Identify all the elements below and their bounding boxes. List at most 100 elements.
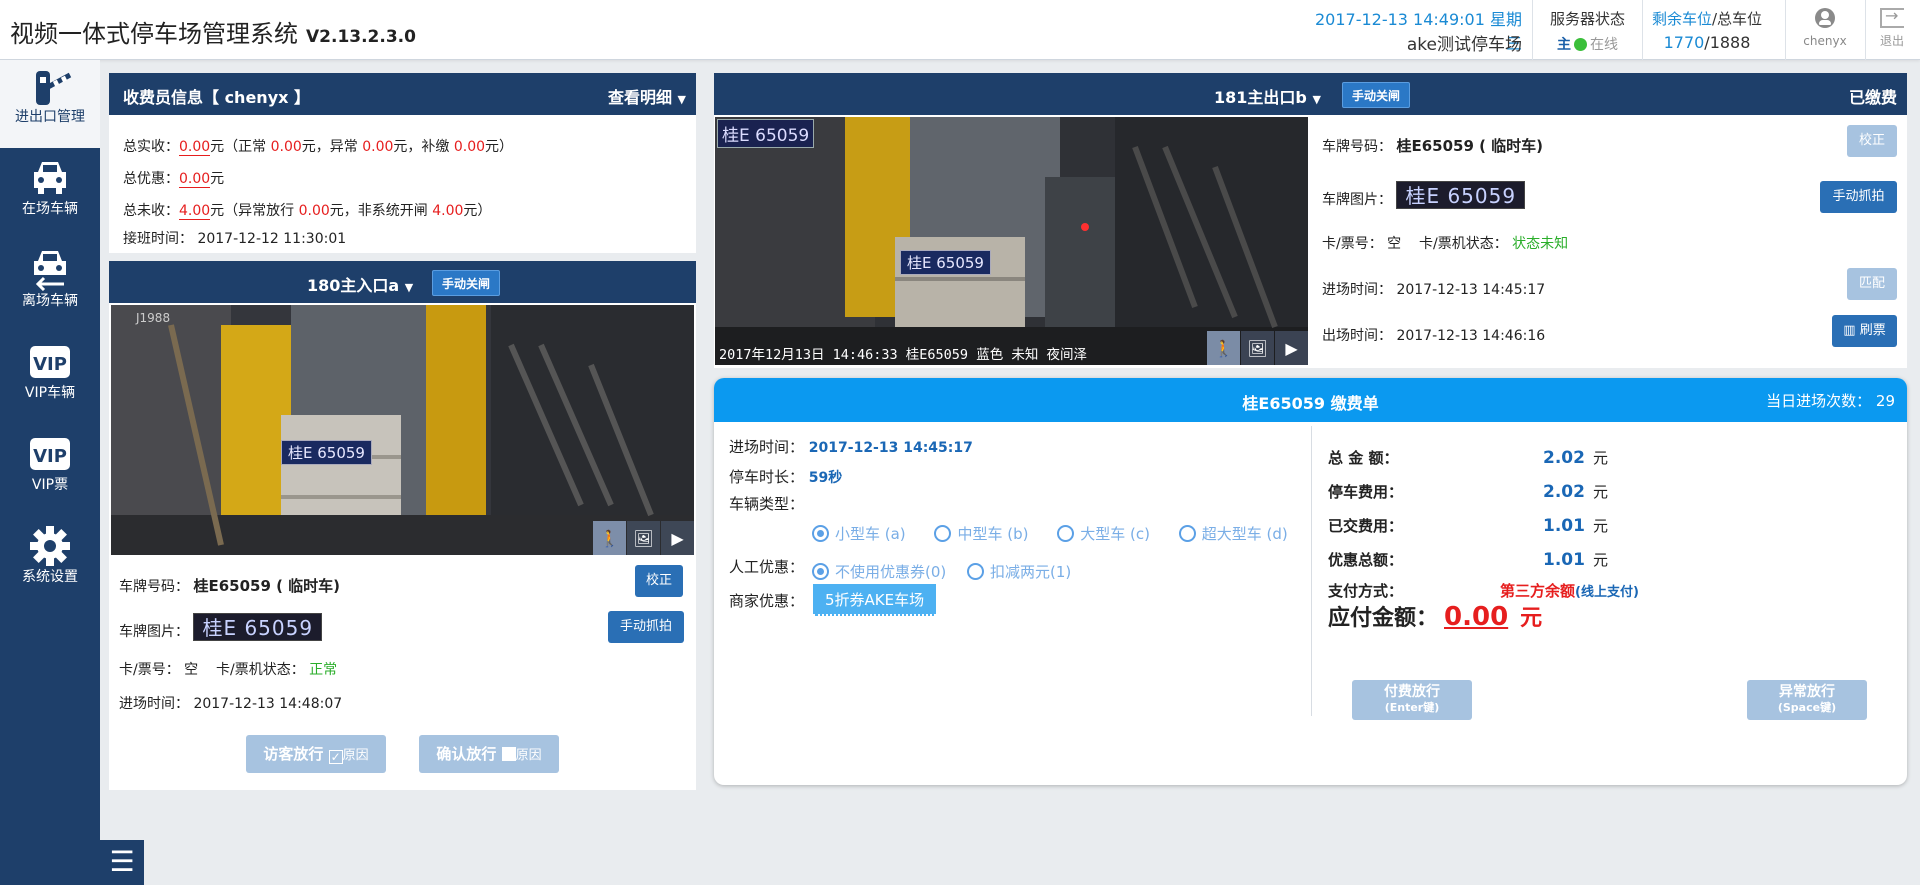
entrance-correct-button[interactable]: 校正: [635, 565, 683, 597]
caret-down-icon: ▼: [677, 93, 686, 106]
parking-space-info: 剩余车位/总车位 1770/1888: [1648, 8, 1766, 52]
entrance-gate-selector[interactable]: 180主入口a ▼: [307, 272, 413, 296]
camera-caption: 2017年12月13日 14:46:33 桂E65059 蓝色 未知 夜间泽: [719, 347, 1087, 363]
abnormal-release-button[interactable]: 异常放行 (Space键): [1747, 680, 1867, 720]
total-amount: 2.02: [1543, 448, 1585, 468]
bill-duration-row: 停车时长： 59秒: [729, 468, 843, 486]
sidebar-item-label: 离场车辆: [22, 293, 78, 309]
exit-correct-button[interactable]: 校正: [1847, 125, 1897, 157]
camera-plate-overlay: 桂E 65059: [281, 440, 372, 465]
entrance-manual-close-button[interactable]: 手动关闸: [432, 270, 501, 296]
space-remaining-label: 剩余车位: [1651, 10, 1712, 28]
sidebar-item-vip-ticket[interactable]: VIP VIP票: [0, 428, 100, 516]
view-details-button[interactable]: 查看明细 ▼: [608, 84, 686, 108]
manual-discount-options: 不使用优惠券(0) 扣减两元(1): [812, 561, 1071, 582]
entrance-card-row: 卡/票号： 空 卡/票机状态： 正常: [119, 662, 338, 678]
bill-in-time-row: 进场时间： 2017-12-13 14:45:17: [729, 438, 973, 456]
entrance-card-status: 正常: [309, 662, 338, 678]
online-dot-icon: [1574, 38, 1587, 51]
radio-icon: [934, 525, 952, 542]
exit-manual-close-button[interactable]: 手动关闸: [1342, 82, 1411, 108]
exit-plate-image: 桂E 65059: [1396, 181, 1526, 209]
entrance-in-time: 2017-12-13 14:48:07: [193, 696, 343, 712]
exit-card-row: 卡/票号： 空 卡/票机状态： 状态未知: [1322, 236, 1569, 252]
entrance-manual-capture-button[interactable]: 手动抓拍: [608, 611, 684, 643]
logout-label: 退出: [1879, 34, 1904, 48]
car-leave-icon: [0, 244, 100, 291]
sidebar: 进出口管理 在场车辆 离场车辆 VIP VIP车辆 VIP VIP票 系统设置: [0, 60, 100, 885]
video-camera-icon[interactable]: ▶: [1275, 331, 1308, 365]
visitor-release-button[interactable]: 访客放行 ✓ 原因: [246, 735, 386, 773]
sidebar-item-vehicles-in-lot[interactable]: 在场车辆: [0, 152, 100, 240]
menu-toggle-button[interactable]: ☰: [100, 840, 144, 885]
caret-down-icon: ▼: [404, 281, 414, 294]
person-walk-icon[interactable]: 🚶: [593, 521, 626, 555]
vehicle-type-medium[interactable]: 中型车 (b): [934, 525, 1028, 543]
sidebar-item-vehicles-left[interactable]: 离场车辆: [0, 244, 100, 332]
entrance-camera-view[interactable]: J1988 桂E 65059 🚶 🖼 ▶: [111, 305, 694, 555]
vip-icon: VIP: [0, 336, 100, 382]
exit-camera-scene: [715, 117, 1308, 365]
caret-down-icon: ▼: [1312, 93, 1321, 106]
entrance-card-value: 空: [184, 662, 199, 678]
today-entry-count: 当日进场次数： 29: [1766, 392, 1895, 410]
sidebar-item-label: 系统设置: [22, 569, 78, 585]
exit-camera-view[interactable]: 桂E 65059 桂E 65059 2017年12月13日 14:46:33 桂…: [715, 117, 1308, 365]
svg-text:VIP: VIP: [33, 354, 67, 375]
bill-duration: 59秒: [808, 470, 843, 486]
hamburger-icon: ☰: [109, 845, 135, 878]
exit-gate-selector[interactable]: 181主出口b ▼: [1214, 84, 1321, 108]
vehicle-type-small[interactable]: 小型车 (a): [812, 525, 906, 543]
barcode-icon: ▥: [1843, 323, 1856, 338]
vehicle-type-large[interactable]: 大型车 (c): [1057, 525, 1150, 543]
radio-icon: [1178, 525, 1196, 542]
divider: [1642, 0, 1643, 60]
sidebar-item-settings[interactable]: 系统设置: [0, 520, 100, 608]
bill-title: 桂E65059 缴费单: [1242, 394, 1379, 413]
checkbox-checked-icon[interactable]: ✓: [328, 750, 343, 764]
top-bar: 视频一体式停车场管理系统 V2.13.2.3.0 2017-12-13 14:49…: [0, 0, 1920, 60]
merchant-coupon-tag[interactable]: 5折券AKE车场: [813, 584, 937, 616]
video-camera-icon[interactable]: ▶: [661, 521, 694, 555]
vehicle-type-label: 车辆类型：: [729, 495, 805, 513]
discount-total: 1.01: [1543, 550, 1585, 570]
space-total-label: /总车位: [1711, 10, 1763, 28]
exit-panel-header: 181主出口b ▼ 手动关闸 已缴费: [714, 73, 1907, 115]
vehicle-type-xlarge[interactable]: 超大型车 (d): [1178, 525, 1288, 543]
confirm-release-button[interactable]: 确认放行 原因: [419, 735, 559, 773]
space-total-value: /1888: [1704, 33, 1751, 52]
bill-header: 桂E65059 缴费单 当日进场次数： 29: [714, 378, 1907, 422]
pay-release-button[interactable]: 付费放行 (Enter键): [1352, 680, 1472, 720]
payment-method: 第三方余额: [1500, 582, 1576, 600]
paid-status-label: 已缴费: [1848, 88, 1897, 107]
shift-time-line: 接班时间： 2017-12-12 11:30:01: [123, 231, 347, 247]
sidebar-item-vip-vehicles[interactable]: VIP VIP车辆: [0, 336, 100, 424]
server-status-label: 服务器状态: [1549, 10, 1625, 28]
gear-icon: [0, 520, 100, 566]
total-received-line: 总实收：0.00元（正常 0.00元，异常 0.00元，补缴 0.00元）: [123, 139, 514, 156]
camera-controls: 🚶 🖼 ▶: [592, 521, 694, 555]
camera-overlay-text: J1988: [136, 311, 171, 325]
image-icon[interactable]: 🖼: [627, 521, 660, 555]
match-button[interactable]: 匹配: [1847, 268, 1897, 300]
user-avatar-icon: [1814, 8, 1836, 30]
server-online-text: 在线: [1590, 37, 1618, 53]
swipe-ticket-button[interactable]: ▥ 刷票: [1832, 315, 1897, 347]
image-icon[interactable]: 🖼: [1241, 331, 1274, 365]
total-unreceived-line: 总未收：4.00元（异常放行 0.00元，非系统开闸 4.00元）: [123, 203, 492, 220]
person-walk-icon[interactable]: 🚶: [1207, 331, 1240, 365]
radio-icon: [1057, 525, 1075, 542]
logout-button[interactable]: 退出: [1872, 6, 1912, 49]
entrance-plate-image: 桂E 65059: [193, 613, 323, 641]
checkbox-unchecked-icon[interactable]: [501, 747, 516, 761]
user-menu[interactable]: chenyx: [1790, 8, 1860, 48]
exit-plate-row: 车牌号码： 桂E65059 ( 临时车): [1322, 137, 1544, 155]
plate-image-label: 车牌图片：: [119, 624, 189, 640]
exit-manual-capture-button[interactable]: 手动抓拍: [1820, 181, 1897, 213]
sidebar-item-gate-management[interactable]: 进出口管理: [0, 60, 100, 148]
discount-minus-two-option[interactable]: 扣减两元(1): [967, 563, 1071, 581]
amount-due-row: 应付金额： 0.00 元: [1328, 602, 1543, 632]
entrance-camera-scene: [111, 305, 694, 555]
entrance-in-time-row: 进场时间： 2017-12-13 14:48:07: [119, 696, 343, 712]
discount-none-option[interactable]: 不使用优惠券(0): [812, 563, 946, 581]
